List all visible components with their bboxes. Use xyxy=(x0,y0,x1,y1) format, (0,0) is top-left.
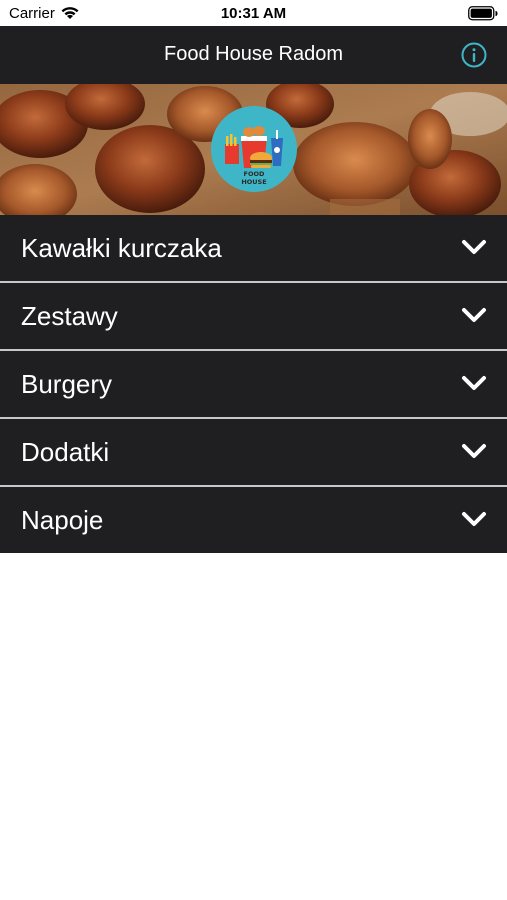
page-title: Food House Radom xyxy=(164,43,343,65)
svg-text:HOUSE: HOUSE xyxy=(241,178,266,186)
svg-text:FOOD: FOOD xyxy=(244,170,265,178)
category-row-dodatki[interactable]: Dodatki xyxy=(0,419,507,487)
category-label: Napoje xyxy=(21,505,104,535)
category-row-zestawy[interactable]: Zestawy xyxy=(0,283,507,351)
food-house-logo: FOOD HOUSE xyxy=(211,106,297,192)
category-list: Kawałki kurczaka Zestawy Burgery Dodatki… xyxy=(0,215,507,553)
navigation-bar: Food House Radom xyxy=(0,26,507,84)
chevron-down-icon xyxy=(462,512,486,526)
category-label: Burgery xyxy=(21,369,113,399)
category-row-kawalki-kurczaka[interactable]: Kawałki kurczaka xyxy=(0,215,507,283)
chevron-down-icon xyxy=(462,308,486,322)
info-button[interactable] xyxy=(461,42,487,68)
category-label: Kawałki kurczaka xyxy=(21,233,222,263)
clock: 10:31 AM xyxy=(220,5,287,22)
battery-icon xyxy=(468,6,498,26)
chevron-down-icon xyxy=(462,444,486,458)
category-label: Dodatki xyxy=(21,437,110,467)
chevron-down-icon xyxy=(462,240,486,254)
status-bar: Carrier 10:31 AM xyxy=(0,0,507,26)
category-row-napoje[interactable]: Napoje xyxy=(0,487,507,553)
info-circle-icon xyxy=(461,42,487,68)
chevron-down-icon xyxy=(462,376,486,390)
category-row-burgery[interactable]: Burgery xyxy=(0,351,507,419)
category-label: Zestawy xyxy=(21,301,118,331)
